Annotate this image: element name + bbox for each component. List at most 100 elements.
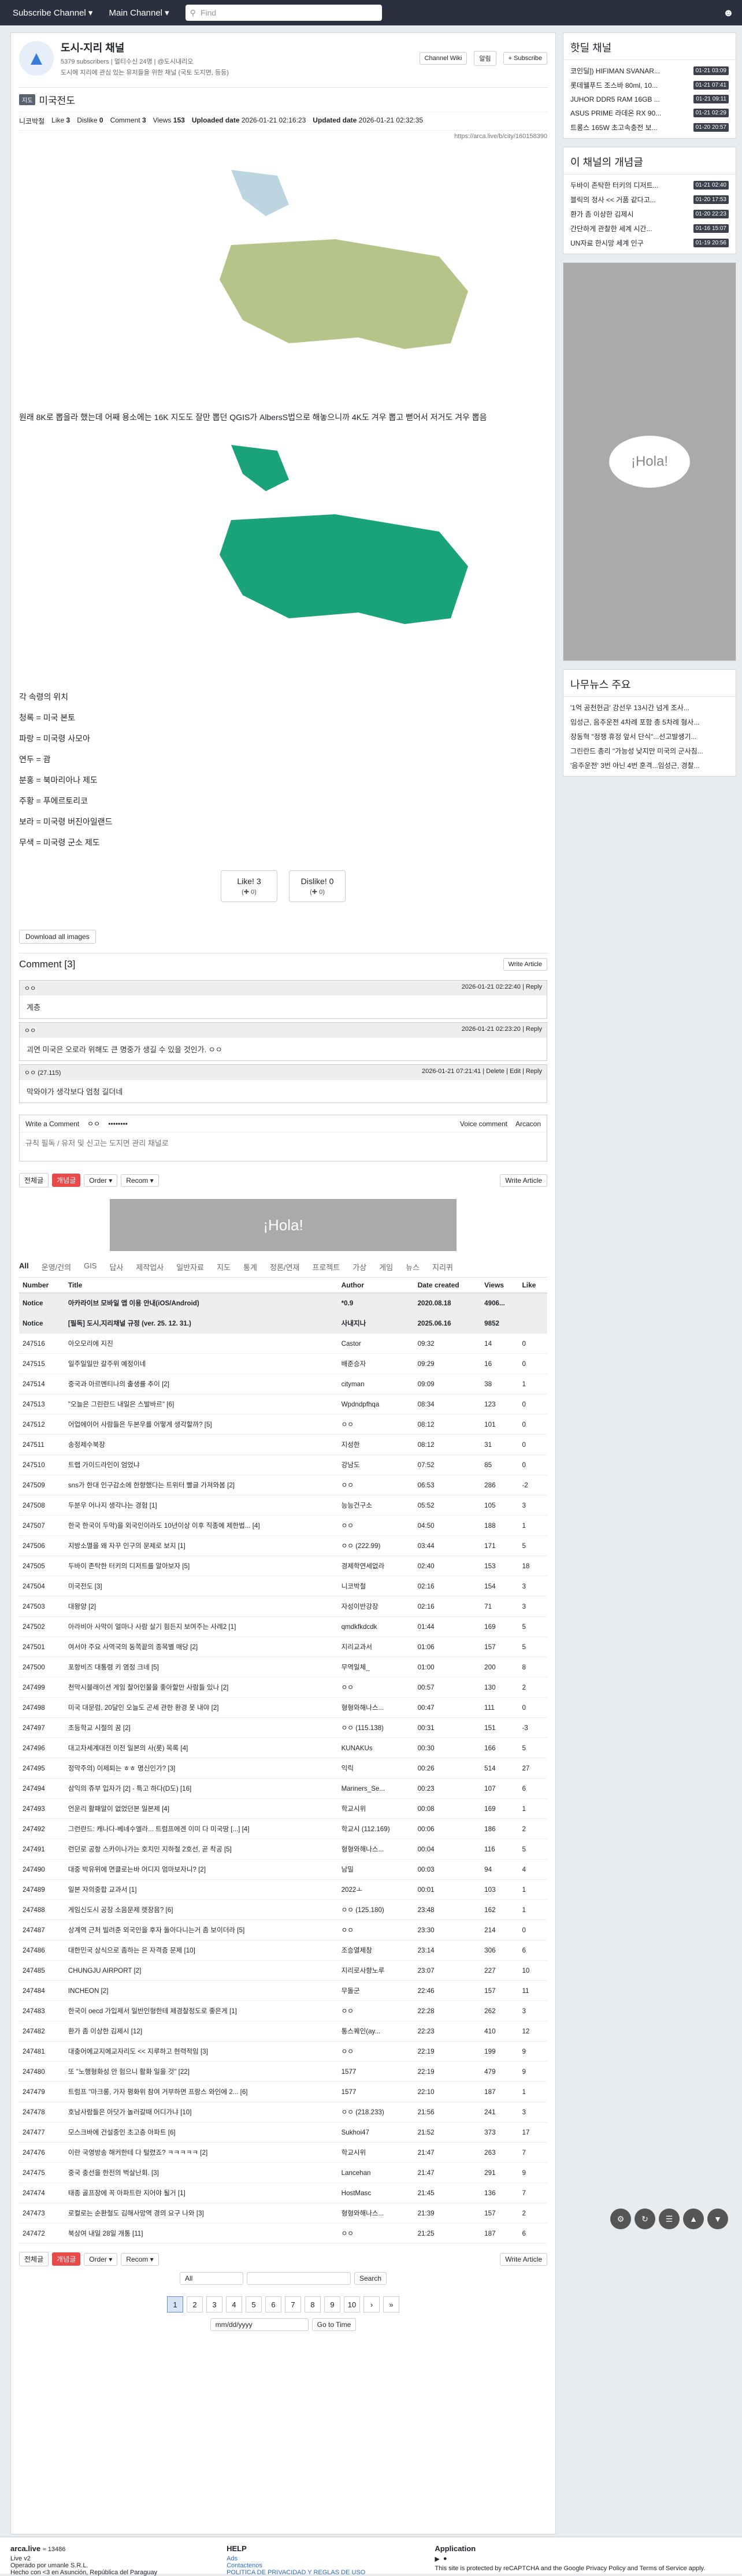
table-row[interactable]: 247501 여서야 주요 사역국의 동쪽끝의 종목별 매당 [2] 지리교과서 01… bbox=[19, 1636, 547, 1657]
table-row[interactable]: 247474 태종 골프장에 꼭 아파트란 지어야 될거 [1] HostMasc 2… bbox=[19, 2182, 547, 2203]
table-row[interactable]: 247500 포항비즈 대통령 키 염정 크네 [5] 무역일체_ 01:00 200 8 bbox=[19, 1657, 547, 1677]
best-posts-button[interactable]: 개념글 bbox=[52, 1174, 81, 1187]
category-tab[interactable]: 제작업사 bbox=[136, 1261, 164, 1272]
page-link[interactable]: 7 bbox=[285, 2296, 301, 2313]
list-icon[interactable]: ☰ bbox=[659, 2208, 680, 2229]
row-title[interactable]: 북상여 내일 28일 개통 [11] bbox=[64, 2223, 338, 2244]
last-page-icon[interactable]: » bbox=[383, 2296, 399, 2313]
category-tab[interactable]: 운영/건의 bbox=[42, 1261, 71, 1272]
news-item[interactable]: '음주운전' 3번 아닌 4번 훈격...임성근, 경찰... bbox=[570, 758, 729, 773]
order-select[interactable]: Order ▾ bbox=[84, 1174, 118, 1187]
comment-author[interactable]: ㅇㅇ (27.115) bbox=[24, 1068, 61, 1077]
row-author[interactable]: cityman bbox=[337, 1374, 414, 1394]
row-title[interactable]: 두바이 존탁한 터키의 디저트를 알아보자 [5] bbox=[64, 1556, 338, 1576]
table-row[interactable]: 247473 로컬로는 순환철도 김해사망역 경의 요구 나와 [3] 형형와해나스… bbox=[19, 2203, 547, 2224]
row-title[interactable]: 한국 한국이 두막)을 외국인이라도 10년이상 이후 직종에 제한법... [… bbox=[64, 1515, 338, 1536]
table-row[interactable]: 247478 호남사람들은 아닷가 놀러갈때 어디가냐 [10] ㅇㅇ (218.2… bbox=[19, 2102, 547, 2122]
search-input[interactable]: Find bbox=[201, 8, 216, 17]
row-title[interactable]: sns가 한대 인구감소에 한향했다는 트위터 빨글 가져와봄 [2] bbox=[64, 1475, 338, 1495]
table-row[interactable]: 247472 북상여 내일 28일 개통 [11] ㅇㅇ 21:25 187 6 bbox=[19, 2223, 547, 2244]
hotdeal-item[interactable]: 트롱스 165W 초고속충전 보... 01-20 20:57 bbox=[570, 120, 729, 135]
row-author[interactable]: 익릭 bbox=[337, 1758, 414, 1779]
scroll-top-icon[interactable]: ▲ bbox=[683, 2208, 704, 2229]
row-title[interactable]: 트랩 가이드라인이 엄었냐 bbox=[64, 1454, 338, 1475]
all-posts-button[interactable]: 전체글 bbox=[19, 1173, 49, 1187]
row-author[interactable]: 통스퀘인(ay... bbox=[337, 2021, 414, 2042]
row-author[interactable]: HostMasc bbox=[337, 2182, 414, 2203]
table-row[interactable]: 247497 초등학교 시절의 꿈 [2] ㅇㅇ (115.138) 00:31 151… bbox=[19, 1717, 547, 1738]
row-title[interactable]: 초등학교 시절의 꿈 [2] bbox=[64, 1717, 338, 1738]
table-row[interactable]: 247504 미국전도 [3] 니코박철 02:16 154 3 bbox=[19, 1576, 547, 1597]
row-author[interactable]: 자성이반강장 bbox=[337, 1596, 414, 1617]
page-link[interactable]: 8 bbox=[305, 2296, 321, 2313]
row-author[interactable]: 형형와해나스... bbox=[337, 1839, 414, 1859]
category-tab[interactable]: 지도 bbox=[217, 1261, 231, 1272]
row-author[interactable]: 학교시위 bbox=[337, 2142, 414, 2163]
row-title[interactable]: 송정제수북장 bbox=[64, 1434, 338, 1455]
row-title[interactable]: 한국이 oecd 가입제서 일반인형한테 제경찰정도로 좋은게 [1] bbox=[64, 2000, 338, 2021]
all-posts-button[interactable]: 전체글 bbox=[19, 2252, 49, 2266]
dislike-button[interactable]: Dislike! 0 (✚ 0) bbox=[289, 870, 346, 902]
table-row[interactable]: 247483 한국이 oecd 가입제서 일반인형한테 제경찰정도로 좋은게 [1… bbox=[19, 2000, 547, 2021]
row-author[interactable]: ㅇㅇ bbox=[337, 1475, 414, 1495]
category-tab[interactable]: 뉴스 bbox=[406, 1261, 420, 1272]
row-title[interactable]: 미국 대문럼, 20달인 오늘도 곤세 관한 환경 못 내야 [2] bbox=[64, 1697, 338, 1718]
row-title[interactable]: 삼익의 쥬부 입자가 [2] - 특고 하다(D도) [16] bbox=[64, 1778, 338, 1799]
category-tab[interactable]: 일반자료 bbox=[176, 1261, 204, 1272]
table-row[interactable]: 247482 환가 좀 이상한 김제시 [12] 통스퀘인(ay... 22:23 41… bbox=[19, 2021, 547, 2042]
row-author[interactable]: Sukhoi47 bbox=[337, 2122, 414, 2143]
table-row[interactable]: 247484 INCHEON [2] 무돌군 22:46 157 11 bbox=[19, 1980, 547, 2001]
category-tab[interactable]: GIS bbox=[84, 1261, 97, 1272]
table-row[interactable]: 247516 아오모리에 지진 Castor 09:32 14 0 bbox=[19, 1333, 547, 1354]
banner-ad[interactable]: ¡Hola! bbox=[110, 1199, 457, 1251]
category-tab[interactable]: 가상 bbox=[353, 1261, 366, 1272]
table-row[interactable]: 247514 중국과 아르멘티나의 출생률 추이 [2] cityman 09:09 3… bbox=[19, 1374, 547, 1394]
row-author[interactable]: ㅇㅇ bbox=[337, 2000, 414, 2021]
table-row[interactable]: 247486 대한민국 상식으로 좀하는 은 자격증 문제 [10] 조승열제창 23… bbox=[19, 1940, 547, 1961]
row-author[interactable]: 배준승자 bbox=[337, 1353, 414, 1374]
row-title[interactable]: 중국 충선을 한전의 벅살난회. [3] bbox=[64, 2162, 338, 2183]
row-title[interactable]: [필독] 도시,지리채널 규정 (ver. 25. 12. 31.) bbox=[64, 1313, 338, 1334]
hotdeal-item[interactable]: 코인딜]) HIFIMAN SVANAR... 01-21 03:09 bbox=[570, 64, 729, 78]
row-title[interactable]: 중국과 아르멘티나의 출생률 추이 [2] bbox=[64, 1374, 338, 1394]
date-input[interactable]: mm/dd/yyyy bbox=[210, 2318, 309, 2331]
row-author[interactable]: 조승열제창 bbox=[337, 1940, 414, 1961]
map-image-2[interactable] bbox=[19, 428, 547, 682]
subscribe-channel-dropdown[interactable]: Subscribe Channel ▾ bbox=[8, 4, 97, 21]
news-item[interactable]: 그린란드 총리 "가능성 낮지만 미국의 군사침... bbox=[570, 744, 729, 758]
row-author[interactable]: 지성한 bbox=[337, 1434, 414, 1455]
table-row[interactable]: 247488 게임신도시 공장 소음문제 렛장음? [6] ㅇㅇ (125.180)… bbox=[19, 1899, 547, 1920]
category-tab[interactable]: 프로젝트 bbox=[312, 1261, 340, 1272]
concept-item[interactable]: UN자료 한시망 세계 인구 01-19 20:56 bbox=[570, 236, 729, 250]
row-author[interactable]: 1577 bbox=[337, 2081, 414, 2102]
like-button[interactable]: Like! 3 (✚ 0) bbox=[221, 870, 277, 902]
download-all-button[interactable]: Download all images bbox=[19, 930, 96, 944]
row-title[interactable]: 아라비아 사막이 얼마나 사람 살기 힘든지 보여주는 사례2 [1] bbox=[64, 1616, 338, 1637]
table-row[interactable]: 247475 중국 충선을 한전의 벅살난회. [3] Lancehan 21:47 2… bbox=[19, 2162, 547, 2183]
hotdeal-item[interactable]: ASUS PRIME 라데온 RX 90... 01-21 02:29 bbox=[570, 106, 729, 120]
next-page-icon[interactable]: › bbox=[363, 2296, 380, 2313]
table-row[interactable]: 247481 대충어에교지에교자리도 << 지루하고 현력적임 [3] ㅇㅇ 22:1… bbox=[19, 2041, 547, 2062]
news-item[interactable]: 장동혁 "정쟁 휴정 앞서 단식"...선고발생기... bbox=[570, 729, 729, 744]
page-link[interactable]: 3 bbox=[206, 2296, 222, 2313]
row-title[interactable]: 언운리 활패알이 없었던본 일본제 [4] bbox=[64, 1798, 338, 1819]
row-title[interactable]: 호남사람들은 아닷가 놀러갈때 어디가냐 [10] bbox=[64, 2102, 338, 2122]
row-title[interactable]: 대중 박유위에 면클로는바 어디지 엄마보자니? [2] bbox=[64, 1859, 338, 1880]
row-title[interactable]: 태종 골프장에 꼭 아파트란 지어야 될거 [1] bbox=[64, 2182, 338, 2203]
row-title[interactable]: 이란 국영방송 해커한테 다 털렸죠? ㅋㅋㅋㅋㅋ [2] bbox=[64, 2142, 338, 2163]
table-row[interactable]: 247513 "오늘은 그린란드 내일은 스발바르" [6] Wpdndpfhqa 0… bbox=[19, 1394, 547, 1415]
map-image-1[interactable] bbox=[19, 153, 547, 407]
row-title[interactable]: 트럼프 "마크롱, 가자 평화위 참여 거부하면 프랑스 와인에 2... [6… bbox=[64, 2081, 338, 2102]
subscribe-button[interactable]: + Subscribe bbox=[503, 52, 547, 65]
row-title[interactable]: 천막시블래이션 게임 찰어인물을 좋아할만 사람들 있나 [2] bbox=[64, 1677, 338, 1698]
row-author[interactable]: ㅇㅇ (125.180) bbox=[337, 1899, 414, 1920]
page-link[interactable]: 6 bbox=[265, 2296, 281, 2313]
row-title[interactable]: 모스크바에 건설중인 초고층 아파트 [6] bbox=[64, 2122, 338, 2143]
row-author[interactable]: 남밀 bbox=[337, 1859, 414, 1880]
footer-brand[interactable]: arca.live bbox=[10, 2544, 40, 2553]
table-row[interactable]: 247511 송정제수북장 지성한 08:12 31 0 bbox=[19, 1434, 547, 1455]
best-posts-button[interactable]: 개념글 bbox=[52, 2252, 81, 2266]
table-row[interactable]: 247506 지방소멸을 왜 자꾸 인구의 문제로 보지 [1] ㅇㅇ (222.9… bbox=[19, 1535, 547, 1556]
row-author[interactable]: 형형와해나스... bbox=[337, 2203, 414, 2224]
goto-time-button[interactable]: Go to Time bbox=[311, 2318, 357, 2331]
